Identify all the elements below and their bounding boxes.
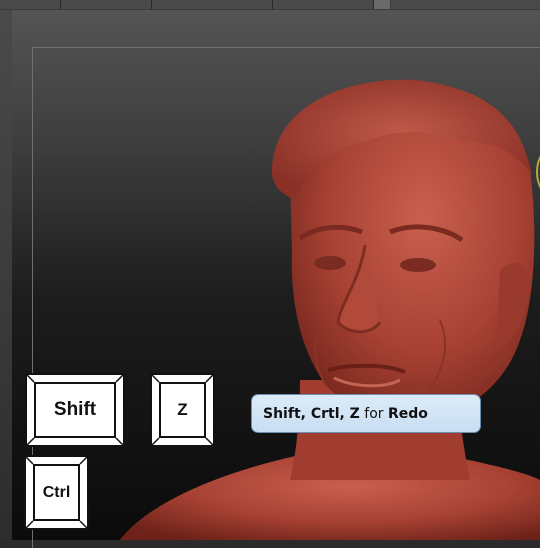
shortcut-tooltip: Shift, Crtl, Z for Redo xyxy=(251,394,481,433)
shift-key: Shift xyxy=(25,373,125,447)
ctrl-key: Ctrl xyxy=(24,455,89,530)
sculpt-ear xyxy=(496,262,529,350)
tooltip-for: for xyxy=(364,405,384,422)
ctrl-key-label: Ctrl xyxy=(33,464,80,521)
tooltip-keys: Shift, Crtl, Z xyxy=(263,405,360,422)
z-key: Z xyxy=(150,373,215,447)
z-key-label: Z xyxy=(159,382,206,438)
tooltip-action: Redo xyxy=(388,405,428,422)
shift-key-label: Shift xyxy=(34,382,116,438)
